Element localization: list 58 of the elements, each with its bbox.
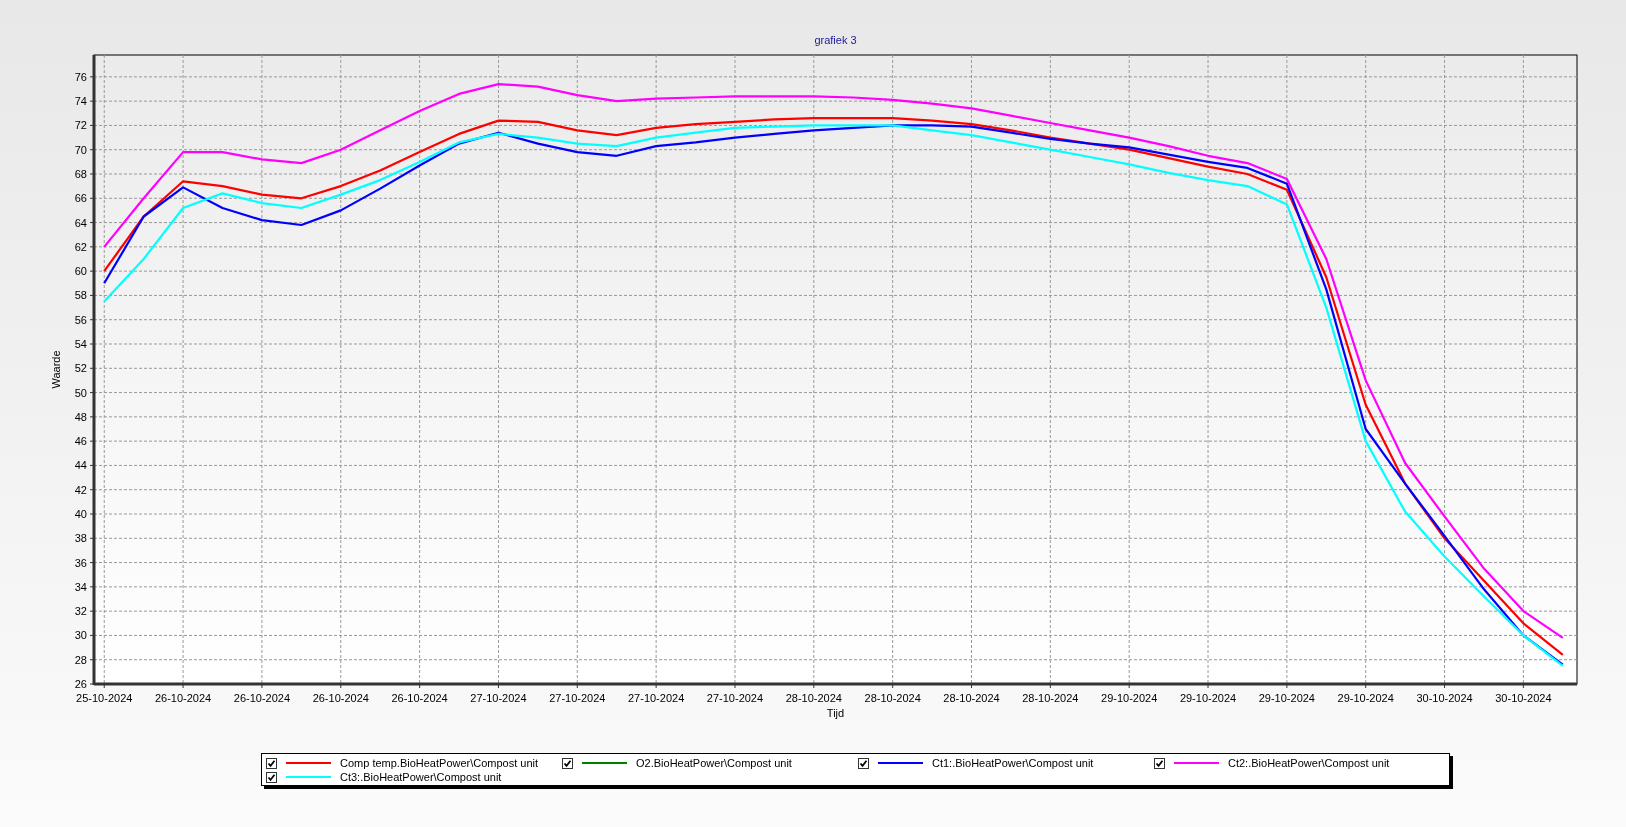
tick-label: 58 xyxy=(74,289,87,302)
tick-label: 26 xyxy=(74,678,87,690)
chart-title: grafiek 3 xyxy=(814,34,857,46)
legend-checkbox[interactable] xyxy=(1154,757,1165,769)
tick-label: 27-10-2024 xyxy=(549,692,606,704)
tick-label: 48 xyxy=(74,410,87,423)
tick-label: 60 xyxy=(74,265,87,278)
tick-label: 42 xyxy=(74,483,87,496)
tick-label: 38 xyxy=(74,532,87,545)
tick-label: 26-10-2024 xyxy=(391,692,448,704)
tick-label: 30 xyxy=(74,629,87,642)
tick-label: 36 xyxy=(74,556,87,569)
tick-label: 46 xyxy=(74,435,87,448)
tick-label: 28 xyxy=(74,653,87,666)
legend-checkbox[interactable] xyxy=(562,757,573,769)
tick-label: 28-10-2024 xyxy=(864,692,921,704)
legend-label: O2.BioHeatPower\Compost unit xyxy=(636,757,792,769)
tick-label: 30-10-2024 xyxy=(1495,692,1552,704)
tick-label: 50 xyxy=(74,386,87,399)
tick-label: 72 xyxy=(74,119,87,132)
tick-label: 44 xyxy=(74,459,87,472)
tick-label: 40 xyxy=(74,508,87,520)
x-axis-label: Tijd xyxy=(826,707,845,719)
tick-label: 29-10-2024 xyxy=(1101,692,1158,704)
tick-label: 76 xyxy=(74,70,87,83)
tick-label: 25-10-2024 xyxy=(76,692,133,704)
legend-label: Ct1:.BioHeatPower\Compost unit xyxy=(932,757,1094,769)
tick-label: 68 xyxy=(74,168,87,180)
legend-label: Comp temp.BioHeatPower\Compost unit xyxy=(340,757,539,769)
tick-label: 26-10-2024 xyxy=(154,692,212,704)
tick-label: 30-10-2024 xyxy=(1416,692,1473,704)
legend-checkbox[interactable] xyxy=(266,757,277,769)
tick-label: 74 xyxy=(74,95,87,108)
tick-label: 66 xyxy=(74,192,87,205)
tick-label: 29-10-2024 xyxy=(1337,692,1394,704)
tick-label: 28-10-2024 xyxy=(785,692,842,704)
tick-label: 27-10-2024 xyxy=(470,692,527,704)
tick-label: 32 xyxy=(74,605,87,618)
tick-label: 52 xyxy=(74,362,87,375)
tick-label: 27-10-2024 xyxy=(706,692,764,704)
y-axis-label: Waarde xyxy=(50,350,62,389)
tick-label: 29-10-2024 xyxy=(1179,692,1237,704)
tick-label: 28-10-2024 xyxy=(1022,692,1079,704)
legend-label: Ct2:.BioHeatPower\Compost unit xyxy=(1228,757,1390,769)
tick-label: 26-10-2024 xyxy=(233,692,291,704)
tick-label: 56 xyxy=(74,313,87,326)
tick-label: 28-10-2024 xyxy=(943,692,1000,704)
tick-label: 29-10-2024 xyxy=(1258,692,1315,704)
tick-label: 26-10-2024 xyxy=(312,692,369,704)
legend-label: Ct3:.BioHeatPower\Compost unit xyxy=(340,771,502,783)
tick-label: 34 xyxy=(74,580,87,593)
tick-label: 64 xyxy=(74,216,87,229)
legend-checkbox[interactable] xyxy=(266,771,277,783)
tick-label: 54 xyxy=(74,338,87,350)
tick-label: 70 xyxy=(74,143,87,156)
legend-checkbox[interactable] xyxy=(858,757,869,769)
tick-label: 27-10-2024 xyxy=(628,692,685,704)
tick-label: 62 xyxy=(74,240,87,253)
